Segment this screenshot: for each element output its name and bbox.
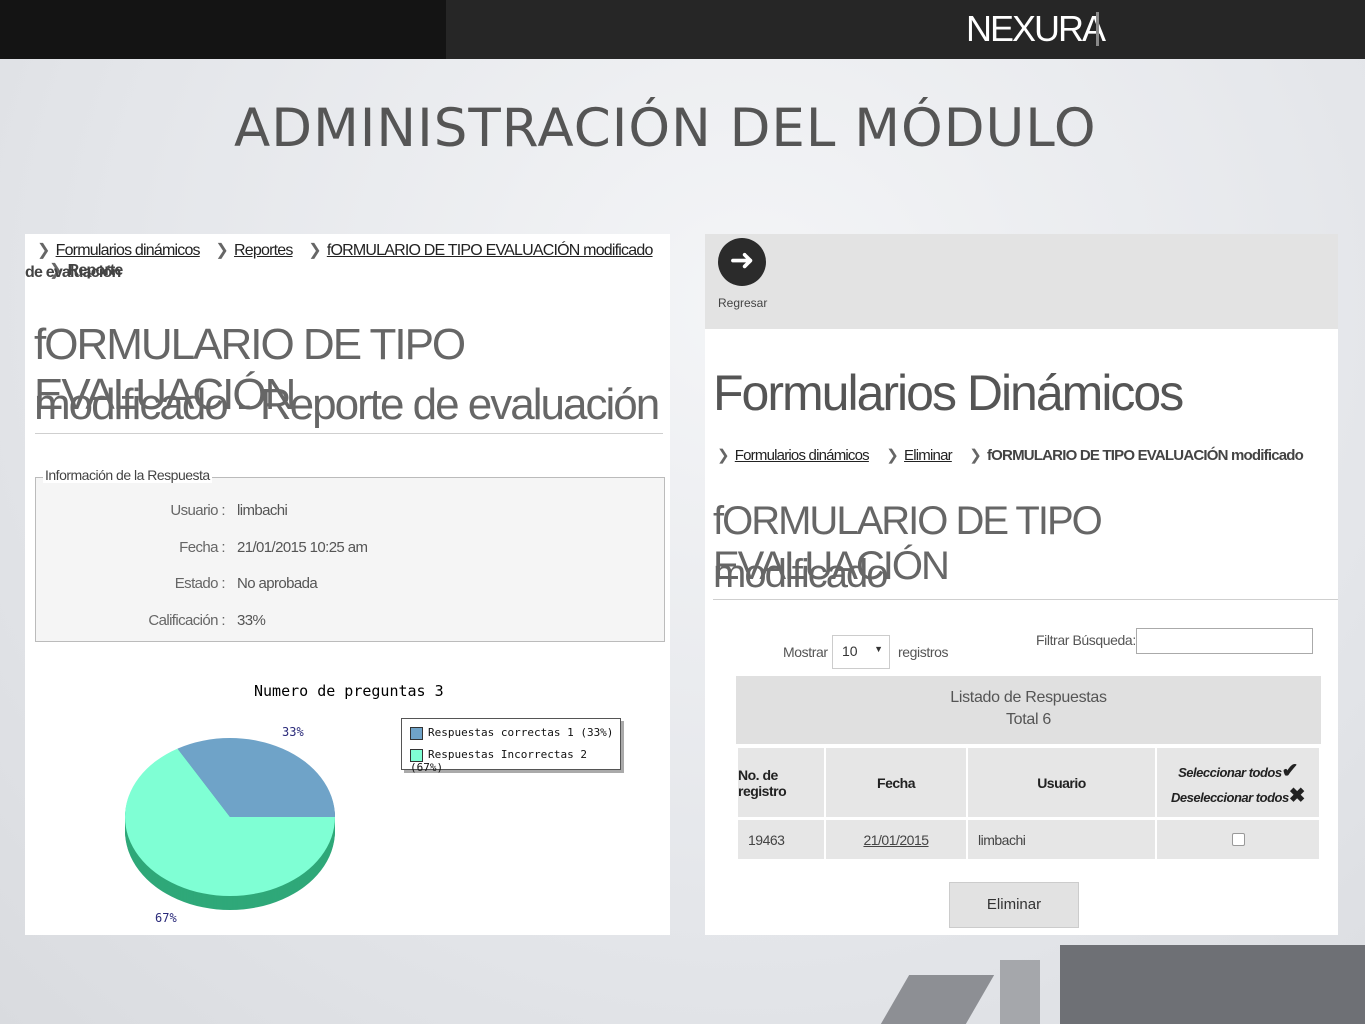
filter-label: Filtrar Búsqueda: [1036,632,1136,648]
fieldset-legend: Información de la Respuesta [43,467,212,483]
legend-item-incorrect: Respuestas Incorrectas 2 (67%) [410,748,620,774]
breadcrumb-eliminar[interactable]: Eliminar [904,447,953,464]
legend-item-correct: Respuestas correctas 1 (33%) [410,726,614,740]
records-label: registros [898,644,949,660]
info-value-usuario: limbachi [237,502,288,519]
deselect-all-link[interactable]: Deseleccionar todos✖ [1171,783,1305,808]
info-value-calificacion: 33% [237,612,266,629]
column-header-id: No. de registro [738,748,824,817]
logo-divider [1096,12,1099,46]
divider [35,433,663,434]
chart-title: Numero de preguntas 3 [254,682,444,700]
breadcrumb-current-continued: de evaluación [25,264,121,281]
table-caption-title: Listado de Respuestas [950,689,1107,706]
legend-swatch-incorrect [410,749,423,762]
info-label-estado: Estado : [174,575,226,592]
info-value-estado: No aprobada [237,575,318,592]
breadcrumb: ❯ Formularios dinámicos ❯ Eliminar ❯ fORMUL… [717,447,1304,464]
report-panel: ❯ Formularios dinámicos ❯ Reportes ❯ fORMUL… [25,234,670,935]
legend-label-incorrect: Respuestas Incorrectas 2 (67%) [410,748,587,774]
slide-title: ADMINISTRACIÓN DEL MÓDULO [234,98,1097,159]
delete-button[interactable]: Eliminar [949,882,1079,928]
page-title-line2: modificado - Reporte de evaluación [34,380,660,429]
header-bar-right [446,0,1365,59]
row-checkbox[interactable] [1231,833,1245,846]
legend-label-correct: Respuestas correctas 1 (33%) [428,726,614,739]
breadcrumb-current: fORMULARIO DE TIPO EVALUACIÓN modificado [986,447,1304,464]
info-value-fecha: 21/01/2015 10:25 am [237,539,368,556]
column-header-user: Usuario [968,748,1155,817]
info-label-usuario: Usuario : [170,502,225,519]
arrow-left-icon: ➜ [729,244,755,277]
back-button[interactable]: ➜ [718,238,766,286]
check-icon: ✔ [1281,759,1299,782]
toolbar [705,234,1338,329]
background-decoration [1060,945,1365,1024]
legend-swatch-correct [410,727,423,740]
select-value: 10 [842,643,858,659]
table-total: Total 6 [1005,711,1052,728]
pie-label-incorrect: 67% [155,911,177,925]
deselect-all-label: Deseleccionar todos [1171,789,1289,805]
chart-legend: Respuestas correctas 1 (33%) Respuestas … [401,718,621,774]
cell-user: limbachi [968,820,1155,859]
divider [713,599,1338,600]
column-header-date: Fecha [826,748,966,817]
background-decoration [1000,960,1040,1024]
page-title: Formularios Dinámicos [713,365,1184,421]
breadcrumb-formularios[interactable]: Formularios dinámicos [735,447,870,464]
nexura-logo: NEXURA [966,8,1106,49]
cross-icon: ✖ [1288,784,1306,807]
breadcrumb-reportes[interactable]: Reportes [234,242,293,259]
pie-label-correct: 33% [282,725,304,739]
table-caption: Listado de Respuestas Total 6 [736,676,1321,744]
select-all-label: Seleccionar todos [1178,764,1282,780]
select-all-link[interactable]: Seleccionar todos✔ [1178,758,1298,783]
cell-select [1157,820,1319,859]
back-label: Regresar [718,296,768,310]
background-decoration [880,975,995,1024]
breadcrumb-formularios[interactable]: Formularios dinámicos [56,242,201,259]
breadcrumb-formulario[interactable]: fORMULARIO DE TIPO EVALUACIÓN modificado [327,242,654,259]
breadcrumb: ❯ Formularios dinámicos ❯ Reportes ❯ fORMUL… [37,242,654,279]
header-bar-left [0,0,446,59]
show-label: Mostrar [783,644,828,660]
cell-date-link[interactable]: 21/01/2015 [826,820,966,859]
filter-search-input[interactable] [1136,628,1313,654]
chevron-down-icon: ▼ [874,644,883,654]
info-label-calificacion: Calificación : [148,612,225,629]
responses-panel: ➜ Regresar Formularios Dinámicos ❯ Formul… [705,234,1338,935]
cell-record-id: 19463 [738,820,824,859]
column-header-select: Seleccionar todos✔ Deseleccionar todos✖ [1157,748,1319,817]
info-label-fecha: Fecha : [179,539,225,556]
form-title-line2: modificado [713,552,888,596]
records-per-page-select[interactable]: 10 ▼ [832,635,890,669]
